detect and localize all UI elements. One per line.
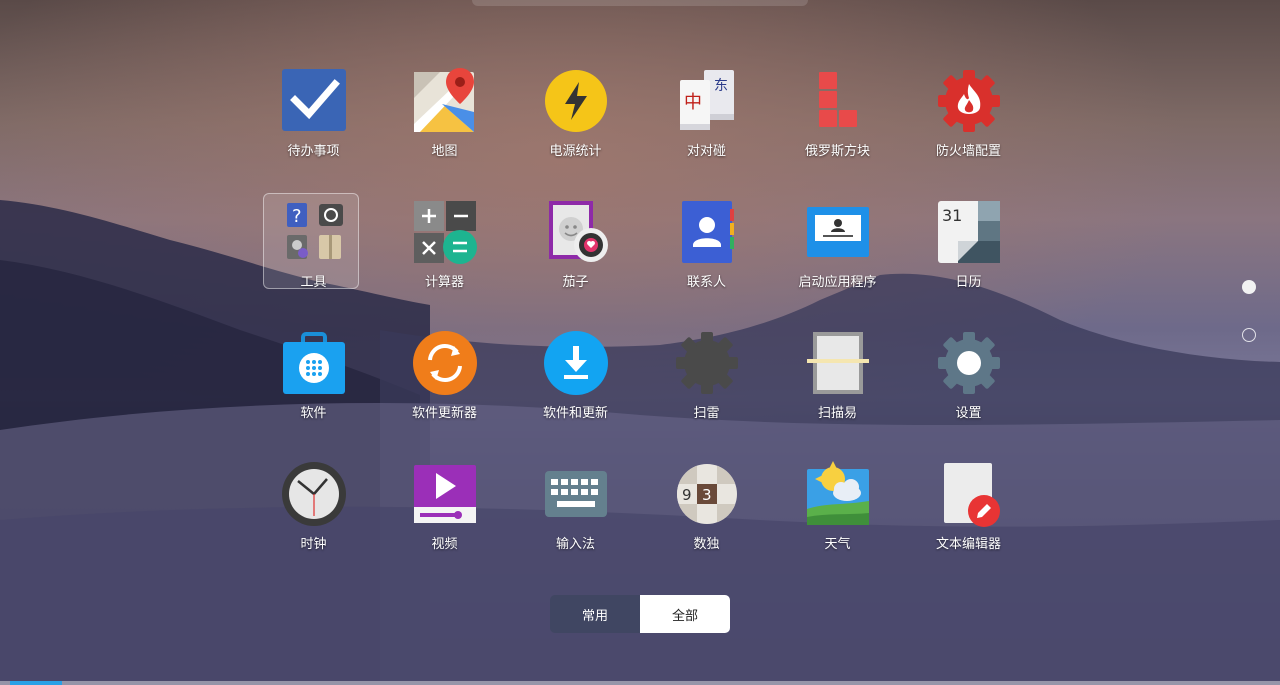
top-search-bar[interactable] [472, 0, 808, 6]
sudoku-digit: 9 [682, 486, 692, 504]
weather-icon [806, 461, 869, 525]
app-simple-scan[interactable]: 扫描易 [772, 324, 903, 455]
clock-icon [281, 462, 346, 526]
video-play-icon [413, 465, 476, 523]
app-label: 茄子 [562, 275, 589, 290]
sudoku-icon: 9 3 [676, 464, 737, 524]
sudoku-digit: 3 [702, 486, 712, 504]
tab-all[interactable]: 全部 [640, 595, 730, 633]
map-pin-icon [413, 68, 474, 132]
svg-text:中: 中 [684, 92, 702, 113]
app-clocks[interactable]: 时钟 [248, 455, 379, 586]
contacts-icon [681, 201, 734, 263]
app-label: 对对碰 [686, 144, 726, 159]
page-indicator [1242, 280, 1260, 376]
page-dot-2[interactable] [1242, 328, 1256, 342]
app-label: 地图 [431, 144, 458, 159]
app-label: 扫雷 [693, 406, 720, 421]
app-label: 计算器 [424, 275, 464, 290]
tools-folder-icon: ? [286, 203, 343, 259]
todo-check-icon [281, 69, 346, 131]
calendar-icon: 31 [937, 201, 1000, 263]
svg-text:东: 东 [714, 78, 728, 94]
app-text-editor[interactable]: 文本编辑器 [903, 455, 1034, 586]
software-update-download-icon [543, 331, 608, 395]
app-label: 日历 [955, 275, 982, 290]
tab-frequent[interactable]: 常用 [550, 595, 640, 633]
app-tetris[interactable]: 俄罗斯方块 [772, 62, 903, 193]
app-mines[interactable]: 扫雷 [641, 324, 772, 455]
calculator-icon [413, 201, 477, 264]
app-label: 联系人 [686, 275, 726, 290]
app-label: 电源统计 [549, 144, 602, 159]
app-firewall[interactable]: 防火墙配置 [903, 62, 1034, 193]
app-software-and-updates[interactable]: 软件和更新 [510, 324, 641, 455]
software-bag-icon [282, 332, 345, 394]
app-label: 防火墙配置 [935, 144, 1001, 159]
app-software-updater[interactable]: 软件更新器 [379, 324, 510, 455]
app-mahjongg[interactable]: 东 中 对对碰 [641, 62, 772, 193]
startup-apps-icon [806, 207, 869, 257]
app-label: 启动应用程序 [798, 275, 877, 290]
app-label: 软件 [300, 406, 327, 421]
app-label: 天气 [824, 537, 851, 552]
app-label: 扫描易 [817, 406, 857, 421]
app-contacts[interactable]: 联系人 [641, 193, 772, 324]
scanner-icon [806, 332, 869, 394]
software-updater-icon [412, 331, 477, 395]
settings-gear-icon [937, 332, 1000, 394]
tetris-blocks-icon [818, 72, 857, 127]
bottom-panel-strip [0, 681, 1280, 685]
app-software[interactable]: 软件 [248, 324, 379, 455]
firewall-gear-icon [937, 70, 1000, 132]
app-sudoku[interactable]: 9 3 数独 [641, 455, 772, 586]
calendar-day-number: 31 [942, 206, 962, 225]
app-label: 工具 [300, 275, 327, 290]
app-label: 视频 [431, 537, 458, 552]
app-label: 输入法 [555, 537, 595, 552]
view-mode-switch: 常用 全部 [550, 595, 730, 633]
app-calendar[interactable]: 31 日历 [903, 193, 1034, 324]
app-label: 俄罗斯方块 [804, 144, 870, 159]
active-indicator [10, 681, 62, 685]
app-input-method[interactable]: 输入法 [510, 455, 641, 586]
power-bolt-icon [544, 70, 607, 132]
page-dot-1[interactable] [1242, 280, 1256, 294]
folder-tools[interactable]: ? 工具 [248, 193, 379, 324]
svg-text:?: ? [292, 206, 302, 227]
app-label: 数独 [693, 537, 720, 552]
app-label: 时钟 [300, 537, 327, 552]
app-label: 待办事项 [287, 144, 340, 159]
app-settings[interactable]: 设置 [903, 324, 1034, 455]
mahjong-tiles-icon: 东 中 [679, 70, 734, 130]
app-label: 文本编辑器 [935, 537, 1001, 552]
cheese-camera-icon [548, 201, 608, 262]
keyboard-icon [544, 471, 607, 517]
mines-gear-icon [675, 332, 738, 394]
app-label: 设置 [955, 406, 982, 421]
app-label: 软件更新器 [411, 406, 477, 421]
app-calculator[interactable]: 计算器 [379, 193, 510, 324]
app-videos[interactable]: 视频 [379, 455, 510, 586]
app-weather[interactable]: 天气 [772, 455, 903, 586]
app-power-statistics[interactable]: 电源统计 [510, 62, 641, 193]
app-grid: 待办事项 地图 电源统计 东 中 对对碰 俄罗斯方块 防火墙配置 ? 工具 计算… [248, 62, 1034, 586]
app-startup-applications[interactable]: 启动应用程序 [772, 193, 903, 324]
app-todo[interactable]: 待办事项 [248, 62, 379, 193]
app-maps[interactable]: 地图 [379, 62, 510, 193]
app-cheese[interactable]: 茄子 [510, 193, 641, 324]
text-editor-icon [943, 463, 1000, 527]
app-label: 软件和更新 [542, 406, 608, 421]
